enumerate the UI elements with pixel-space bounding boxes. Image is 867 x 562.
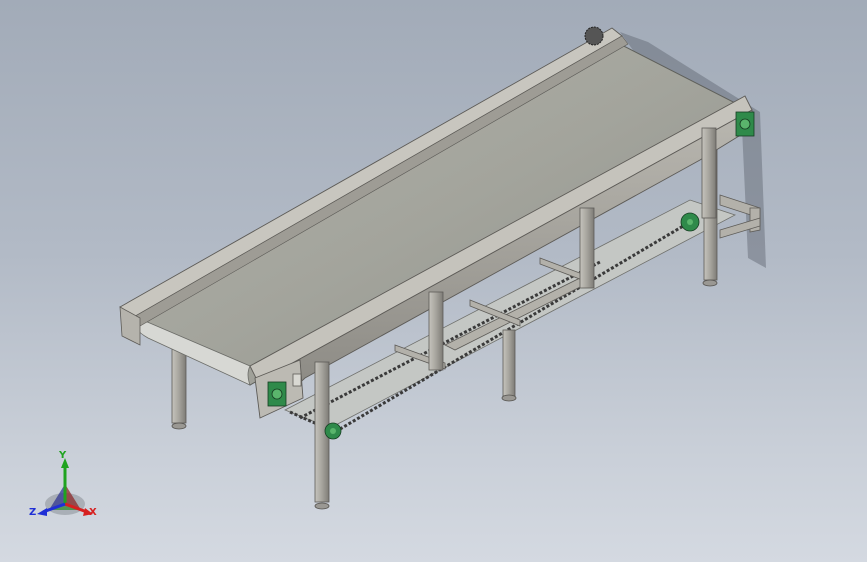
x-axis-label: X [89,507,97,518]
graphics-viewport[interactable]: Y X Z [0,0,867,562]
z-axis-label: Z [29,507,36,518]
bearing-far-icon [735,111,755,137]
y-axis-label: Y [58,450,67,461]
conveyor-model[interactable] [0,0,867,562]
sprocket-lower-near-icon [324,422,342,440]
view-orientation-triad[interactable]: Y X Z [25,448,105,524]
sprocket-top-far-icon [584,26,604,46]
sprocket-lower-far-icon [680,212,700,232]
